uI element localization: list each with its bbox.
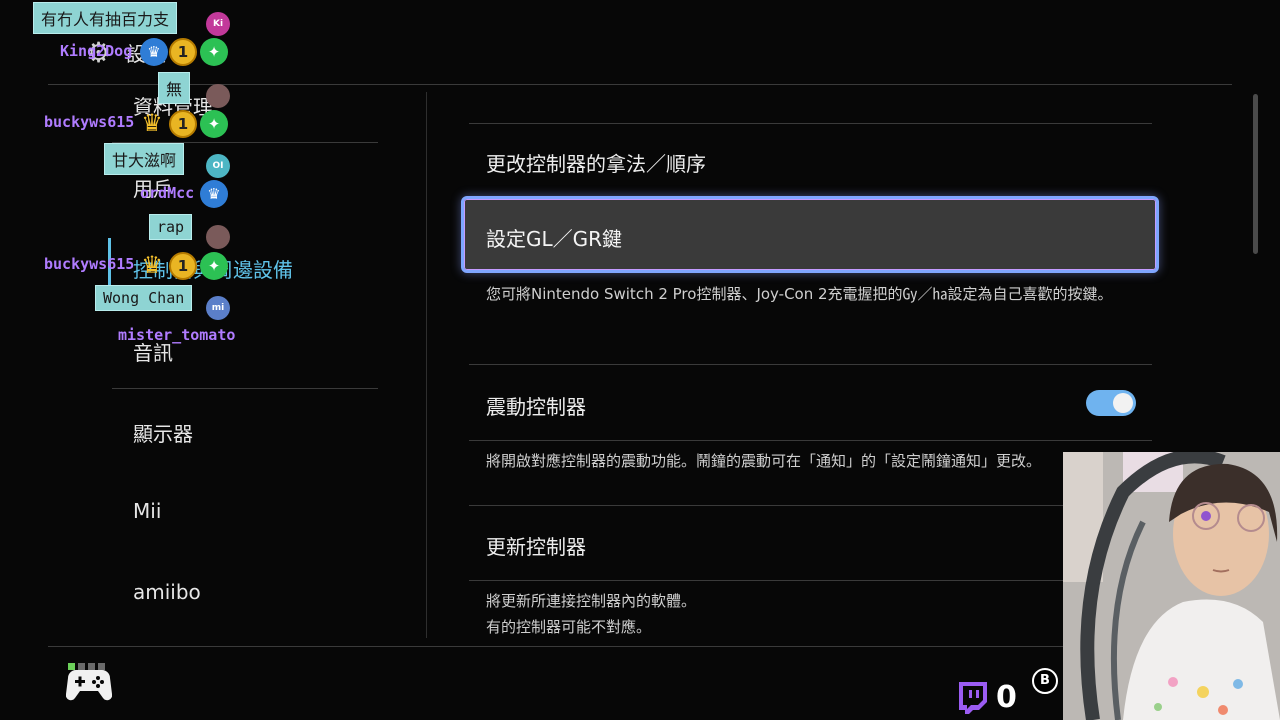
back-button[interactable]: B xyxy=(1032,668,1058,694)
list-divider xyxy=(469,505,1152,506)
gold-crown-badge-icon: ♛ xyxy=(141,251,163,279)
star-badge-icon: ✦ xyxy=(200,38,228,66)
chat-message: 甘大滋啊 xyxy=(104,143,185,175)
sidebar-item-amiibo[interactable]: amiibo xyxy=(133,580,201,604)
set-gl-gr-label: 設定GL／GR鍵 xyxy=(486,227,623,251)
header-divider xyxy=(48,84,1232,85)
tier-one-badge-icon: 1 xyxy=(169,252,197,280)
gold-crown-badge-icon: ♛ xyxy=(141,109,163,137)
sidebar-item-mii[interactable]: Mii xyxy=(133,499,161,523)
set-gl-gr-description: 您可將Nintendo Switch 2 Pro控制器、Joy-Con 2充電握… xyxy=(486,285,1113,303)
list-divider xyxy=(469,440,1152,441)
chat-username: mister_tomato xyxy=(118,326,236,344)
chat-username: buckyws615 xyxy=(44,255,135,273)
controller-icon xyxy=(65,666,113,706)
sidebar-divider xyxy=(112,388,378,389)
change-grip-order-item[interactable]: 更改控制器的拿法／順序 xyxy=(486,148,706,177)
channel-points-count: 0 xyxy=(996,680,1017,715)
chat-message: 無 xyxy=(158,72,191,104)
crown-badge-icon: ♛ xyxy=(140,38,168,66)
chat-message: 有冇人有抽百力支 xyxy=(33,2,178,34)
avatar: mi xyxy=(206,296,230,320)
update-description-line2: 有的控制器可能不對應。 xyxy=(486,618,652,636)
twitch-icon xyxy=(955,680,989,718)
chat-message: rap xyxy=(149,214,193,240)
update-controllers-item[interactable]: 更新控制器 xyxy=(486,531,586,560)
list-divider xyxy=(469,364,1152,365)
avatar: Ki xyxy=(206,12,230,36)
list-divider xyxy=(469,580,1152,581)
star-badge-icon: ✦ xyxy=(200,110,228,138)
list-divider xyxy=(469,123,1152,124)
avatar xyxy=(206,84,230,108)
toggle-knob xyxy=(1113,393,1133,413)
sidebar-item-display[interactable]: 顯示器 xyxy=(133,418,193,447)
tier-one-badge-icon: 1 xyxy=(169,38,197,66)
set-gl-gr-item[interactable]: 設定GL／GR鍵 xyxy=(461,196,1159,273)
chat-message: Wong Chan xyxy=(95,285,193,311)
crown-badge-icon: ♛ xyxy=(200,180,228,208)
chat-username: ordMcc xyxy=(140,184,195,202)
footer-divider xyxy=(48,646,1232,647)
update-description-line1: 將更新所連接控制器內的軟體。 xyxy=(486,592,697,610)
vibration-toggle[interactable] xyxy=(1086,390,1136,416)
sidebar-vertical-divider xyxy=(426,92,427,638)
chat-username: King2Dog xyxy=(60,42,133,60)
avatar xyxy=(206,225,230,249)
webcam-feed xyxy=(1063,452,1280,720)
list-scrollbar[interactable] xyxy=(1253,94,1258,254)
star-badge-icon: ✦ xyxy=(200,252,228,280)
vibration-item[interactable]: 震動控制器 xyxy=(486,391,586,420)
avatar: OI xyxy=(206,154,230,178)
chat-username: buckyws615 xyxy=(44,113,135,131)
vibration-description: 將開啟對應控制器的震動功能。鬧鐘的震動可在「通知」的「設定鬧鐘通知」更改。 xyxy=(486,452,1042,470)
tier-one-badge-icon: 1 xyxy=(169,110,197,138)
